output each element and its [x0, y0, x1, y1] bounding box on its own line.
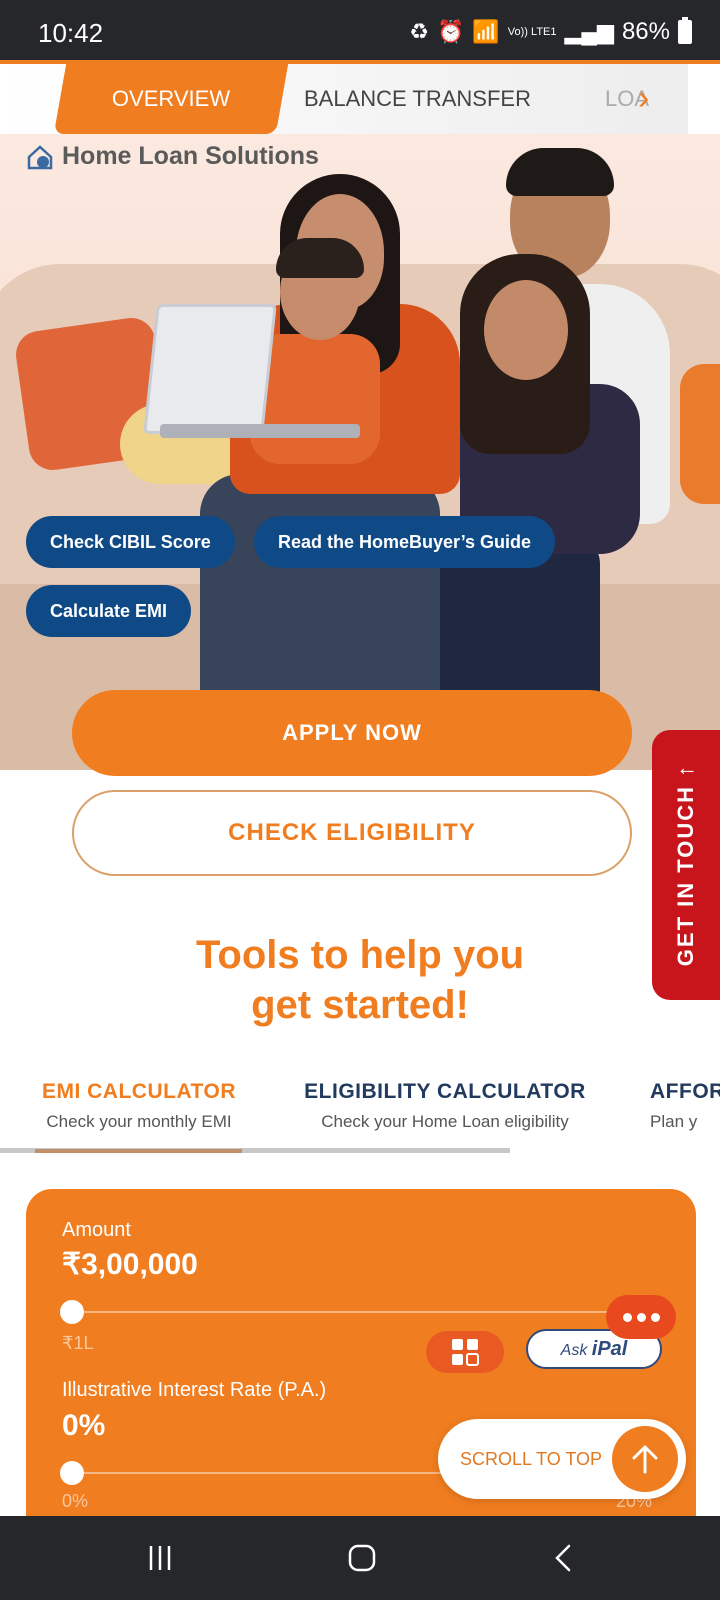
home-loan-icon — [27, 144, 53, 169]
back-icon[interactable] — [524, 1516, 604, 1600]
tab-balance-transfer[interactable]: BALANCE TRANSFER — [304, 64, 531, 134]
system-nav-bar — [0, 1516, 720, 1600]
chat-bubble-icon[interactable] — [606, 1295, 676, 1339]
check-eligibility-button[interactable]: CHECK ELIGIBILITY — [72, 790, 632, 876]
tab-emi-calculator[interactable]: EMI CALCULATOR Check your monthly EMI — [30, 1080, 248, 1132]
tab-affordability-calculator[interactable]: AFFOR Plan y — [650, 1080, 720, 1132]
menu-grid-button[interactable] — [426, 1331, 504, 1373]
amount-slider-thumb[interactable] — [60, 1300, 84, 1324]
homebuyer-guide-button[interactable]: Read the HomeBuyer’s Guide — [254, 516, 556, 568]
scroll-to-top-button[interactable]: SCROLL TO TOP — [438, 1419, 686, 1499]
arrow-up-icon — [612, 1426, 678, 1492]
tabs-scroll-thumb[interactable] — [35, 1149, 242, 1153]
calculate-emi-button[interactable]: Calculate EMI — [26, 585, 192, 637]
rate-min: 0% — [62, 1491, 89, 1511]
status-bar: 10:42 ♻ ⏰ 📶 Vo)) LTE1 ▂▄▆ 86% — [0, 0, 720, 60]
page-title: Home Loan Solutions — [26, 142, 319, 171]
signal-icon: ▂▄▆ — [564, 19, 614, 44]
recycle-icon: ♻ — [409, 19, 429, 44]
apply-now-button[interactable]: APPLY NOW — [72, 690, 632, 776]
check-cibil-button[interactable]: Check CIBIL Score — [26, 516, 235, 568]
battery-percent: 86% — [621, 18, 670, 45]
interest-rate-value: 0% — [62, 1409, 106, 1442]
hero-banner: Home Loan Solutions Check CIBIL Score Re… — [0, 134, 720, 770]
status-time: 10:42 — [38, 18, 104, 48]
recent-apps-icon[interactable] — [120, 1516, 200, 1600]
rate-slider-thumb[interactable] — [60, 1461, 84, 1485]
alarm-icon: ⏰ — [436, 19, 465, 44]
laptop-image — [143, 304, 277, 434]
hero-photo-girl — [440, 254, 660, 754]
amount-label: Amount — [62, 1219, 131, 1241]
battery-icon — [678, 17, 692, 44]
chevron-right-icon[interactable]: › — [638, 78, 649, 118]
tab-eligibility-calculator[interactable]: ELIGIBILITY CALCULATOR Check your Home L… — [300, 1080, 590, 1132]
tab-overview[interactable]: OVERVIEW — [53, 64, 289, 134]
wifi-icon: 📶 — [472, 19, 500, 44]
grid-icon — [452, 1339, 479, 1366]
home-icon[interactable] — [322, 1516, 402, 1600]
network-label: Vo)) LTE1 — [507, 25, 557, 38]
section-tab-bar: OVERVIEW BALANCE TRANSFER LOA › — [0, 60, 720, 134]
status-icons: ♻ ⏰ 📶 Vo)) LTE1 ▂▄▆ 86% — [409, 17, 692, 46]
interest-rate-label: Illustrative Interest Rate (P.A.) — [62, 1379, 327, 1401]
amount-slider-track[interactable] — [72, 1311, 662, 1313]
tools-heading: Tools to help you get started! — [195, 933, 525, 1027]
amount-value: ₹3,00,000 — [62, 1248, 198, 1281]
calculator-tabs: EMI CALCULATOR Check your monthly EMI EL… — [0, 1080, 720, 1155]
amount-min: ₹1L — [62, 1333, 94, 1353]
